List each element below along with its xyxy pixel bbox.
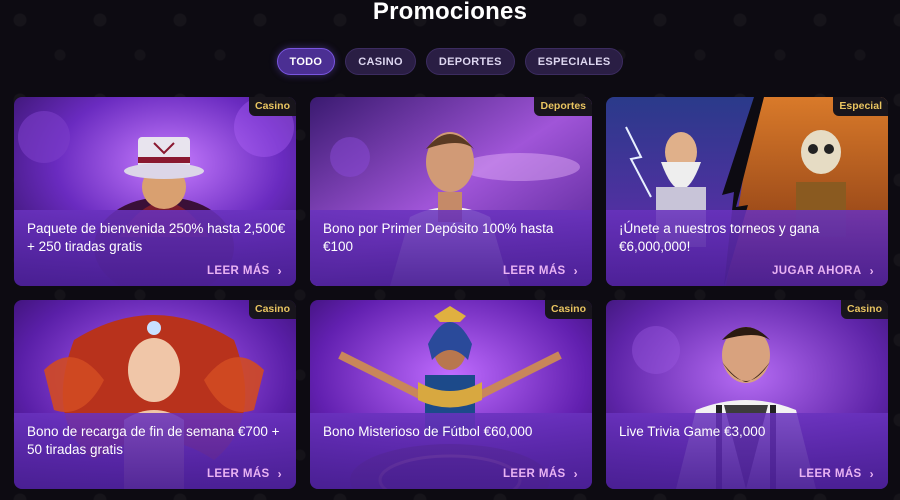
tab-deportes[interactable]: DEPORTES <box>425 48 515 75</box>
tab-especiales[interactable]: ESPECIALES <box>524 48 624 75</box>
card-footer: Live Trivia Game €3,000 LEER MÁS › <box>606 413 888 489</box>
category-badge: Deportes <box>534 97 592 116</box>
chevron-right-icon: › <box>869 467 874 481</box>
link-label: LEER MÁS <box>502 468 566 480</box>
chevron-right-icon: › <box>277 264 282 278</box>
link-label: JUGAR AHORA <box>772 265 862 277</box>
chevron-right-icon: › <box>573 467 578 481</box>
play-now-link[interactable]: JUGAR AHORA › <box>772 264 874 278</box>
card-footer: Bono por Primer Depósito 100% hasta €100… <box>310 210 592 286</box>
link-label: LEER MÁS <box>206 265 270 277</box>
card-footer: Bono Misterioso de Fútbol €60,000 LEER M… <box>310 413 592 489</box>
promo-card-first-deposit[interactable]: Deportes Bono por Primer Depósito 100% h… <box>310 97 592 286</box>
card-title: Bono de recarga de fin de semana €700 + … <box>27 424 280 457</box>
category-badge: Casino <box>248 97 296 116</box>
promo-card-mystery-football[interactable]: Casino Bono Misterioso de Fútbol €60,000… <box>310 300 592 489</box>
chevron-right-icon: › <box>573 264 578 278</box>
category-badge: Casino <box>248 300 296 319</box>
read-more-link[interactable]: LEER MÁS › <box>207 264 282 278</box>
filter-tabs: TODO CASINO DEPORTES ESPECIALES <box>0 48 900 75</box>
card-title: Live Trivia Game €3,000 <box>619 424 766 439</box>
tab-todo[interactable]: TODO <box>276 48 336 75</box>
link-label: LEER MÁS <box>502 265 566 277</box>
category-badge: Casino <box>840 300 888 319</box>
card-title: Bono por Primer Depósito 100% hasta €100 <box>323 221 554 254</box>
card-footer: Paquete de bienvenida 250% hasta 2,500€ … <box>14 210 296 286</box>
card-title: ¡Únete a nuestros torneos y gana €6,000,… <box>619 221 820 254</box>
promo-card-weekend-reload[interactable]: Casino Bono de recarga de fin de semana … <box>14 300 296 489</box>
card-title: Bono Misterioso de Fútbol €60,000 <box>323 424 533 439</box>
read-more-link[interactable]: LEER MÁS › <box>503 467 578 481</box>
promo-card-tournament[interactable]: Especial ¡Únete a nuestros torneos y gan… <box>606 97 888 286</box>
promo-card-welcome[interactable]: Casino Paquete de bienvenida 250% hasta … <box>14 97 296 286</box>
promo-card-live-trivia[interactable]: Casino Live Trivia Game €3,000 LEER MÁS … <box>606 300 888 489</box>
card-footer: ¡Únete a nuestros torneos y gana €6,000,… <box>606 210 888 286</box>
card-title: Paquete de bienvenida 250% hasta 2,500€ … <box>27 221 286 254</box>
read-more-link[interactable]: LEER MÁS › <box>799 467 874 481</box>
page-title: Promociones <box>372 0 528 25</box>
category-badge: Especial <box>833 97 888 116</box>
read-more-link[interactable]: LEER MÁS › <box>503 264 578 278</box>
chevron-right-icon: › <box>277 467 282 481</box>
category-badge: Casino <box>544 300 592 319</box>
read-more-link[interactable]: LEER MÁS › <box>207 467 282 481</box>
link-label: LEER MÁS <box>206 468 270 480</box>
promotions-grid: Casino Paquete de bienvenida 250% hasta … <box>14 97 888 489</box>
card-footer: Bono de recarga de fin de semana €700 + … <box>14 413 296 489</box>
link-label: LEER MÁS <box>798 468 862 480</box>
chevron-right-icon: › <box>869 264 874 278</box>
tab-casino[interactable]: CASINO <box>345 48 416 75</box>
